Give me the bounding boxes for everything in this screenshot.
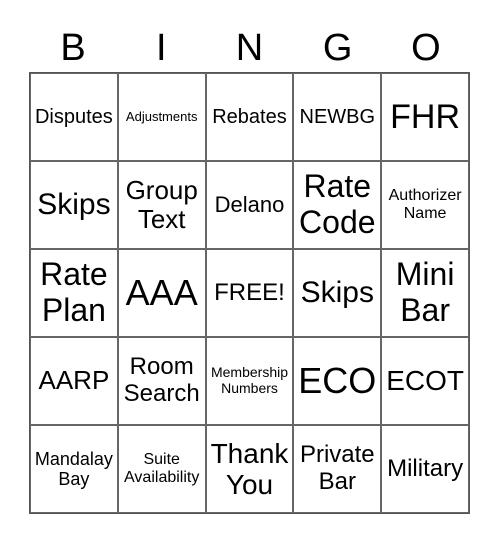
cell-text: NEWBG <box>299 105 376 128</box>
bingo-cell[interactable]: Private Bar <box>293 425 382 513</box>
bingo-cell[interactable]: AARP <box>30 337 118 425</box>
header-letter-n: N <box>235 27 264 69</box>
bingo-cell[interactable]: Rebates <box>205 73 294 161</box>
bingo-grid: Disputes Adjustments Rebates NEWBG FHR S… <box>29 72 470 514</box>
bingo-cell[interactable]: ECOT <box>381 337 469 425</box>
bingo-cell[interactable]: FHR <box>381 73 469 161</box>
cell-text: AAA <box>125 271 198 313</box>
cell-text: Private Bar <box>299 441 375 495</box>
bingo-cell[interactable]: NEWBG <box>293 73 382 161</box>
cell-text: Rate Plan <box>40 256 108 328</box>
cell-text: AARP <box>38 365 110 396</box>
bingo-cell[interactable]: Disputes <box>30 73 118 161</box>
header-letter-b: B <box>60 27 86 69</box>
cell-text: Thank You <box>210 437 289 500</box>
cell-text: Room Search <box>123 353 200 407</box>
bingo-cell[interactable]: Skips <box>293 249 382 337</box>
bingo-cell[interactable]: Mini Bar <box>381 249 469 337</box>
bingo-cell[interactable]: ECO <box>293 337 382 425</box>
bingo-cell[interactable]: Delano <box>205 161 294 249</box>
bingo-cell[interactable]: AAA <box>117 249 206 337</box>
cell-text: Skips <box>37 188 111 222</box>
bingo-cell[interactable]: Authorizer Name <box>381 161 469 249</box>
bingo-cell[interactable]: Rate Code <box>293 161 382 249</box>
bingo-cell[interactable]: Military <box>381 425 469 513</box>
bingo-cell[interactable]: Rate Plan <box>30 249 118 337</box>
bingo-header: B I N G O <box>29 24 470 72</box>
cell-text: Rebates <box>212 105 287 128</box>
bingo-cell[interactable]: Membership Numbers <box>205 337 294 425</box>
bingo-cell[interactable]: Thank You <box>205 425 294 513</box>
header-letter-o: O <box>411 27 441 69</box>
bingo-cell[interactable]: Skips <box>30 161 118 249</box>
header-letter-g: G <box>322 27 353 69</box>
bingo-cell[interactable]: Suite Availability <box>117 425 206 513</box>
cell-text: ECOT <box>386 365 464 397</box>
bingo-cell[interactable]: Mandalay Bay <box>30 425 118 513</box>
cell-text: Authorizer Name <box>388 187 462 222</box>
cell-text: Military <box>387 454 464 482</box>
free-space-cell[interactable]: FREE! <box>205 249 294 337</box>
bingo-cell[interactable]: Adjustments <box>117 73 206 161</box>
cell-text: FHR <box>390 97 461 136</box>
cell-text: Rate Code <box>299 168 376 240</box>
cell-text: Suite Availability <box>124 451 200 486</box>
cell-text: Membership Numbers <box>210 364 288 396</box>
cell-text: ECO <box>298 359 377 401</box>
cell-text: Delano <box>214 191 285 217</box>
cell-text: Mandalay Bay <box>34 448 113 489</box>
header-letter-i: I <box>156 27 167 69</box>
cell-text: Adjustments <box>125 108 198 124</box>
cell-text: Mini Bar <box>395 256 455 328</box>
cell-text: FREE! <box>214 278 285 306</box>
bingo-cell[interactable]: Room Search <box>117 337 206 425</box>
cell-text: Skips <box>300 276 374 310</box>
cell-text: Disputes <box>34 105 113 128</box>
bingo-cell[interactable]: Group Text <box>117 161 206 249</box>
cell-text: Group Text <box>125 174 198 234</box>
